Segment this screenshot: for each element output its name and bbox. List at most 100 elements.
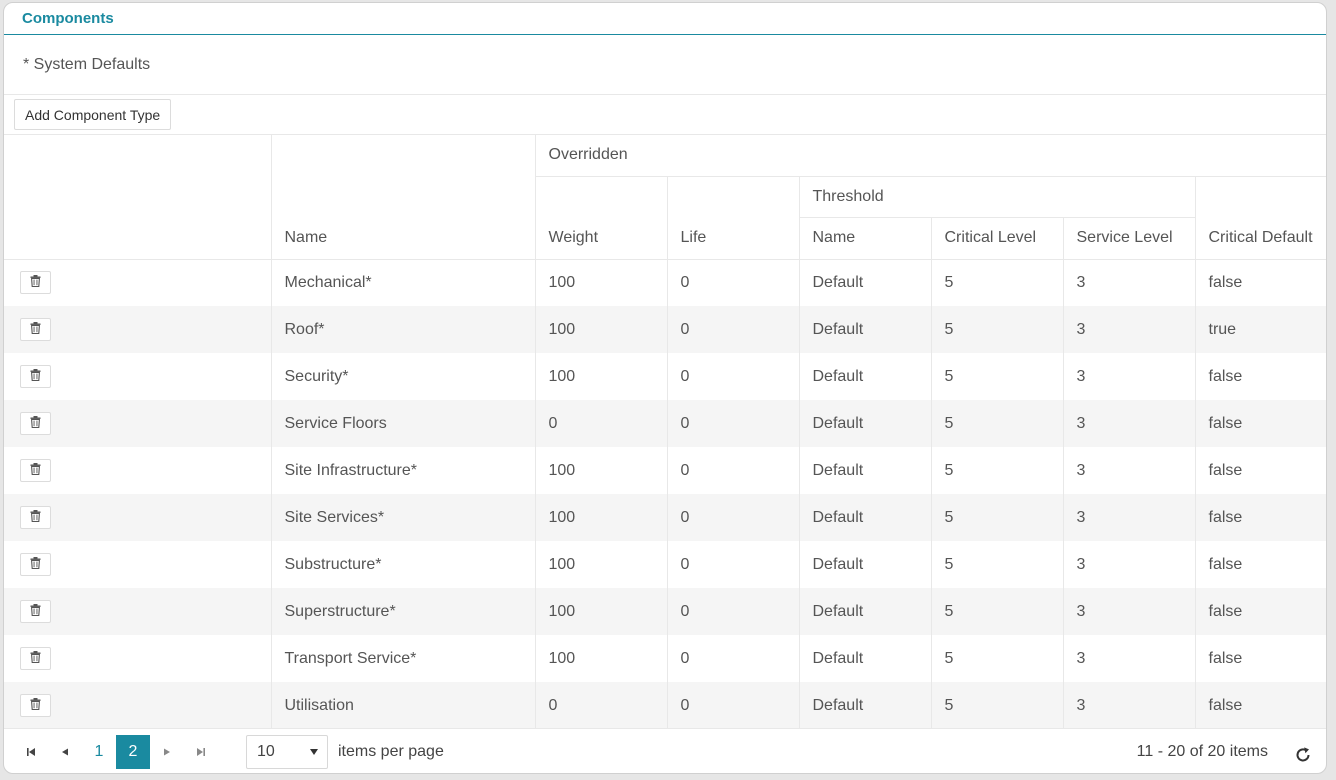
cell-life: 0	[666, 353, 799, 400]
cell-service-level: 3	[1062, 682, 1195, 729]
cell-name: Transport Service*	[270, 635, 535, 682]
last-page-icon[interactable]	[184, 735, 218, 769]
table-row: Utilisation 0 0 Default 5 3 false	[4, 682, 1326, 729]
trash-icon	[30, 556, 41, 574]
cell-weight: 100	[534, 588, 667, 635]
cell-name: Superstructure*	[270, 588, 535, 635]
cell-critical-level: 5	[930, 447, 1063, 494]
cell-name: Roof*	[270, 306, 535, 353]
delete-button[interactable]	[20, 459, 51, 482]
trash-icon	[30, 321, 41, 339]
cell-life: 0	[666, 447, 799, 494]
header-threshold-name: Name	[798, 217, 931, 260]
cell-life: 0	[666, 588, 799, 635]
delete-button[interactable]	[20, 271, 51, 295]
cell-threshold-name: Default	[798, 588, 931, 635]
row-actions-cell	[4, 259, 271, 306]
cell-life: 0	[666, 400, 799, 447]
delete-button[interactable]	[20, 506, 51, 529]
cell-critical-default: true	[1194, 306, 1326, 353]
cell-name: Service Floors	[270, 400, 535, 447]
header-actions	[4, 135, 271, 260]
trash-icon	[30, 274, 41, 292]
trash-icon	[30, 603, 41, 621]
add-component-type-button[interactable]: Add Component Type	[14, 99, 172, 130]
cell-life: 0	[666, 682, 799, 729]
cell-weight: 100	[534, 259, 667, 306]
cell-weight: 100	[534, 447, 667, 494]
delete-button[interactable]	[20, 553, 51, 576]
header-overridden: Overridden	[534, 135, 1326, 177]
header-name: Name	[270, 135, 535, 260]
system-defaults-note: * System Defaults	[4, 35, 1326, 95]
table-row: Substructure* 100 0 Default 5 3 false	[4, 541, 1326, 588]
cell-critical-level: 5	[930, 541, 1063, 588]
cell-service-level: 3	[1062, 400, 1195, 447]
cell-threshold-name: Default	[798, 259, 931, 306]
prev-page-icon[interactable]	[48, 735, 82, 769]
cell-name: Substructure*	[270, 541, 535, 588]
cell-threshold-name: Default	[798, 306, 931, 353]
cell-threshold-name: Default	[798, 494, 931, 541]
first-page-icon[interactable]	[14, 735, 48, 769]
row-actions-cell	[4, 682, 271, 729]
row-actions-cell	[4, 494, 271, 541]
cell-critical-default: false	[1194, 588, 1326, 635]
table-row: Site Services* 100 0 Default 5 3 false	[4, 494, 1326, 541]
table-row: Mechanical* 100 0 Default 5 3 false	[4, 259, 1326, 306]
cell-service-level: 3	[1062, 259, 1195, 306]
cell-name: Site Infrastructure*	[270, 447, 535, 494]
trash-icon	[30, 697, 41, 715]
next-page-icon[interactable]	[150, 735, 184, 769]
cell-weight: 100	[534, 541, 667, 588]
cell-service-level: 3	[1062, 541, 1195, 588]
delete-button[interactable]	[20, 318, 51, 341]
cell-critical-level: 5	[930, 588, 1063, 635]
cell-critical-level: 5	[930, 682, 1063, 729]
cell-threshold-name: Default	[798, 447, 931, 494]
row-actions-cell	[4, 447, 271, 494]
page-1-button[interactable]: 1	[82, 735, 116, 769]
cell-weight: 100	[534, 353, 667, 400]
delete-button[interactable]	[20, 694, 51, 717]
table-row: Service Floors 0 0 Default 5 3 false	[4, 400, 1326, 447]
cell-service-level: 3	[1062, 635, 1195, 682]
cell-critical-default: false	[1194, 682, 1326, 729]
delete-button[interactable]	[20, 647, 51, 670]
refresh-icon[interactable]	[1286, 738, 1320, 772]
delete-button[interactable]	[20, 412, 51, 435]
cell-critical-default: false	[1194, 400, 1326, 447]
cell-service-level: 3	[1062, 353, 1195, 400]
trash-icon	[30, 415, 41, 433]
cell-life: 0	[666, 494, 799, 541]
row-actions-cell	[4, 588, 271, 635]
cell-critical-default: false	[1194, 353, 1326, 400]
cell-critical-level: 5	[930, 353, 1063, 400]
row-actions-cell	[4, 635, 271, 682]
page-size-select[interactable]: 10	[246, 734, 328, 769]
cell-life: 0	[666, 259, 799, 306]
cell-critical-level: 5	[930, 494, 1063, 541]
items-per-page-label: items per page	[338, 742, 444, 760]
table-row: Transport Service* 100 0 Default 5 3 false	[4, 635, 1326, 682]
caret-down-icon	[309, 743, 319, 761]
cell-service-level: 3	[1062, 306, 1195, 353]
page-2-button[interactable]: 2	[116, 734, 150, 769]
toolbar: Add Component Type	[4, 95, 1326, 135]
cell-weight: 100	[534, 306, 667, 353]
cell-life: 0	[666, 306, 799, 353]
row-actions-cell	[4, 353, 271, 400]
components-table: Name Overridden Weight Life Threshold Cr…	[4, 135, 1326, 729]
cell-life: 0	[666, 541, 799, 588]
delete-button[interactable]	[20, 365, 51, 388]
row-actions-cell	[4, 306, 271, 353]
table-row: Superstructure* 100 0 Default 5 3 false	[4, 588, 1326, 635]
cell-threshold-name: Default	[798, 541, 931, 588]
cell-life: 0	[666, 635, 799, 682]
delete-button[interactable]	[20, 600, 51, 623]
page-size-value: 10	[257, 742, 275, 760]
panel-title: Components	[22, 10, 114, 27]
header-critical-default: Critical Default	[1194, 176, 1326, 260]
cell-name: Utilisation	[270, 682, 535, 729]
header-weight: Weight	[534, 176, 667, 260]
